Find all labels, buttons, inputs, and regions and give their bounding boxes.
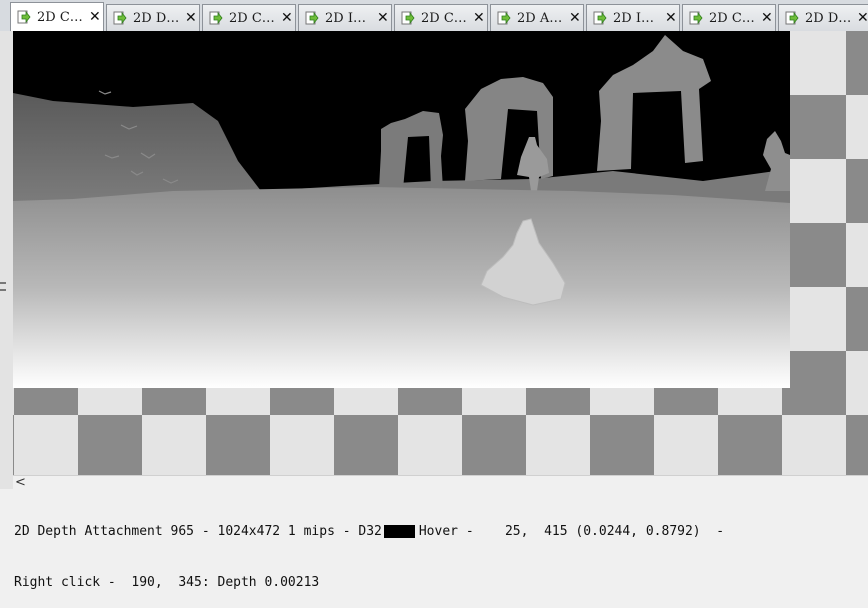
horizontal-scrollbar[interactable]: < xyxy=(13,475,868,490)
texture-info: 2D Depth Attachment 965 - 1024x472 1 mip… xyxy=(14,524,382,539)
tab-4[interactable]: 2D C… ✕ xyxy=(394,4,488,31)
frame-mark xyxy=(0,282,6,284)
tab-close-icon[interactable]: ✕ xyxy=(665,10,677,26)
tab-label: 2D D… xyxy=(805,10,852,26)
tab-close-icon[interactable]: ✕ xyxy=(857,10,868,26)
tab-close-icon[interactable]: ✕ xyxy=(569,10,581,26)
export-arrow-icon xyxy=(593,11,607,25)
export-arrow-icon xyxy=(305,11,319,25)
tab-2[interactable]: 2D C… ✕ xyxy=(202,4,296,31)
status-panel: 2D Depth Attachment 965 - 1024x472 1 mip… xyxy=(14,489,868,590)
export-arrow-icon xyxy=(689,11,703,25)
tab-6[interactable]: 2D I… ✕ xyxy=(586,4,680,31)
tab-3[interactable]: 2D I… ✕ xyxy=(298,4,392,31)
tab-strip: 2D C… ✕ 2D D… ✕ 2D C… ✕ 2D I… ✕ 2D C… ✕ … xyxy=(0,0,868,31)
tab-close-icon[interactable]: ✕ xyxy=(473,10,485,26)
tab-label: 2D I… xyxy=(325,10,366,26)
export-arrow-icon xyxy=(785,11,799,25)
pixel-color-swatch xyxy=(383,525,415,538)
tab-label: 2D C… xyxy=(229,10,275,26)
frame-mark xyxy=(0,289,6,291)
hover-info: Hover - 25, 415 (0.0244, 0.8792) - xyxy=(418,524,725,539)
left-frame xyxy=(0,31,13,489)
tab-1[interactable]: 2D D… ✕ xyxy=(106,4,200,31)
tab-close-icon[interactable]: ✕ xyxy=(761,10,773,26)
tab-close-icon[interactable]: ✕ xyxy=(89,9,101,25)
export-arrow-icon xyxy=(17,10,31,24)
tab-5[interactable]: 2D A… ✕ xyxy=(490,4,584,31)
texture-viewport[interactable] xyxy=(13,31,868,475)
tab-close-icon[interactable]: ✕ xyxy=(185,10,197,26)
tab-8[interactable]: 2D D… ✕ xyxy=(778,4,868,31)
tab-label: 2D C… xyxy=(421,10,467,26)
tab-label: 2D I… xyxy=(613,10,654,26)
depth-texture-image xyxy=(13,31,790,388)
tab-label: 2D D… xyxy=(133,10,180,26)
tab-label: 2D A… xyxy=(517,10,563,26)
tab-close-icon[interactable]: ✕ xyxy=(281,10,293,26)
tab-label: 2D C… xyxy=(37,9,83,25)
export-arrow-icon xyxy=(401,11,415,25)
export-arrow-icon xyxy=(497,11,511,25)
export-arrow-icon xyxy=(209,11,223,25)
right-click-info: Right click - 190, 345: Depth 0.00213 xyxy=(14,575,320,590)
scroll-left-icon[interactable]: < xyxy=(15,475,26,490)
export-arrow-icon xyxy=(113,11,127,25)
tab-0[interactable]: 2D C… ✕ xyxy=(10,2,104,31)
tab-label: 2D C… xyxy=(709,10,755,26)
status-line-2: Right click - 190, 345: Depth 0.00213 xyxy=(14,574,868,591)
status-line-1: 2D Depth Attachment 965 - 1024x472 1 mip… xyxy=(14,523,868,540)
tab-7[interactable]: 2D C… ✕ xyxy=(682,4,776,31)
tab-close-icon[interactable]: ✕ xyxy=(377,10,389,26)
